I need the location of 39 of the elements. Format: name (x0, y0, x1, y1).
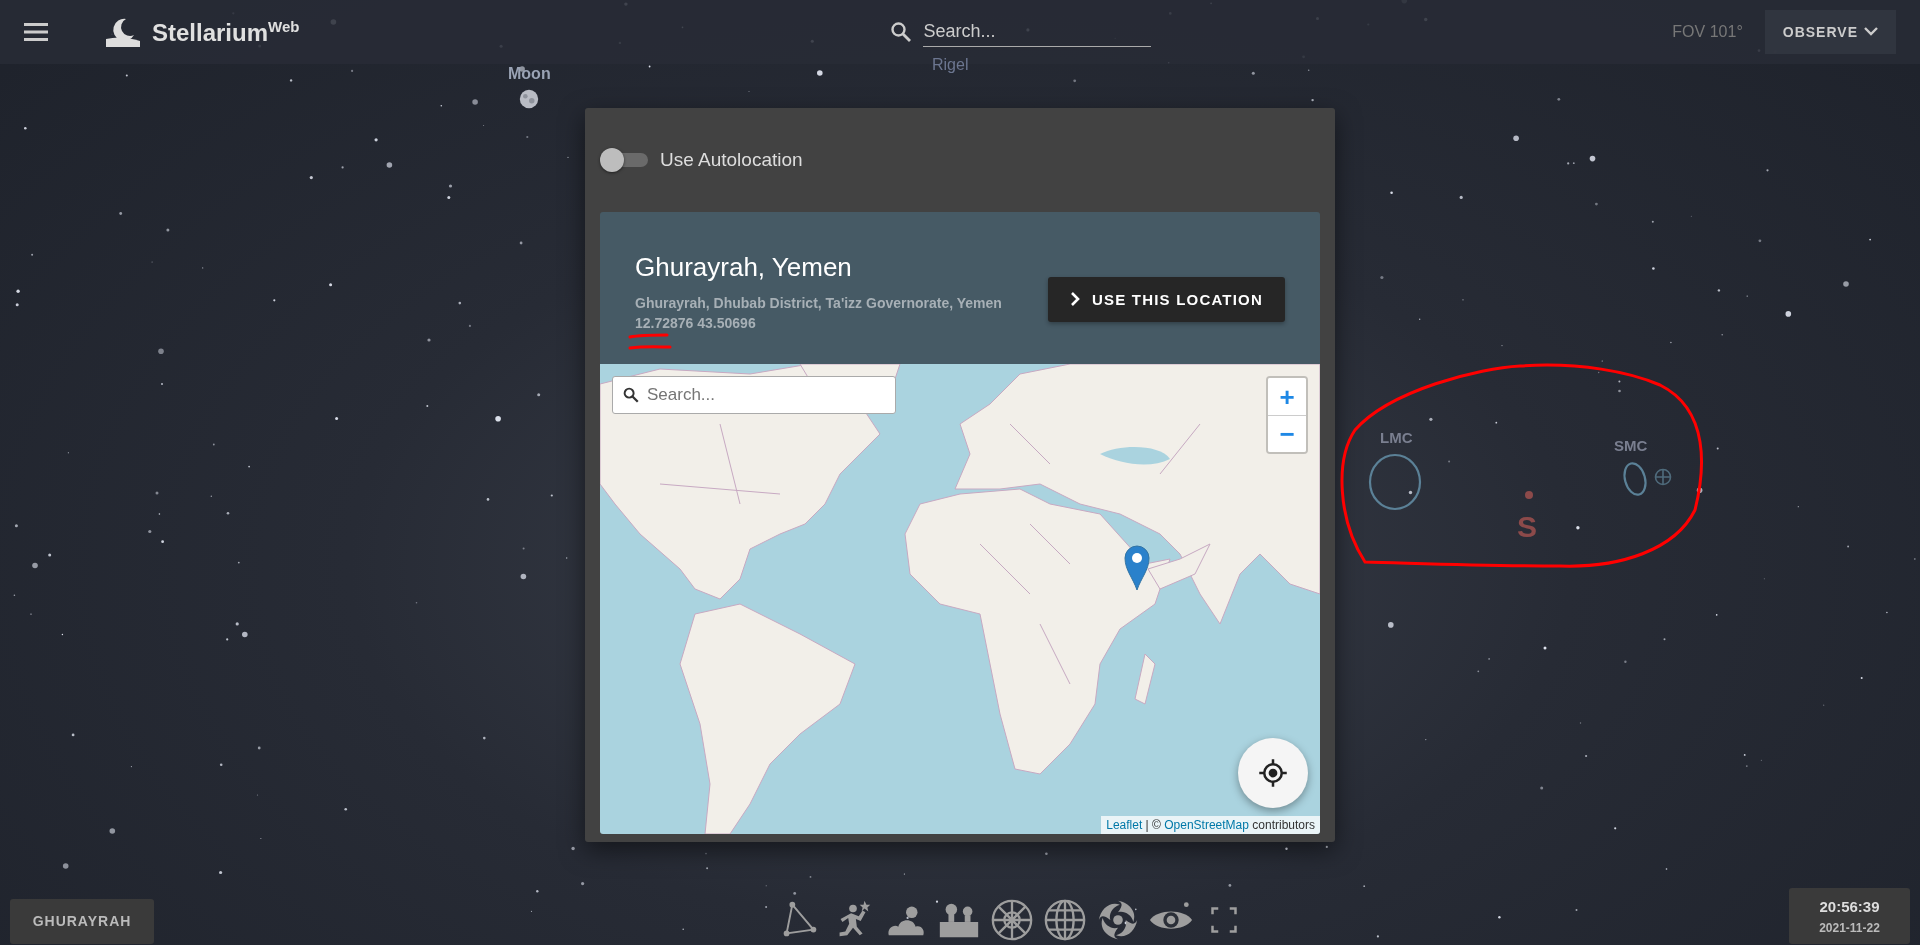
fov-readout: FOV 101° (1672, 23, 1743, 41)
galaxy-outline-icon (1368, 453, 1422, 511)
crosshair-icon (1654, 468, 1672, 486)
sky-object-label: Moon (508, 65, 551, 83)
use-location-button[interactable]: USE THIS LOCATION (1048, 276, 1285, 322)
date-time-panel[interactable]: 20:56:39 2021-11-22 (1789, 888, 1910, 944)
location-button[interactable]: GHURAYRAH (10, 898, 154, 944)
locate-button[interactable] (1238, 738, 1308, 808)
location-coordinates: 12.72876 43.50696 (635, 314, 757, 331)
map-attribution: Leaflet | © OpenStreetMap contributors (1101, 816, 1320, 834)
date-text: 2021-11-22 (1819, 920, 1880, 935)
time-text: 20:56:39 (1819, 897, 1880, 915)
map-pin-icon (1123, 544, 1151, 592)
location-address: Ghurayrah, Dhubab District, Ta'izz Governorate, Yemen (635, 294, 1002, 311)
sky-object-label: Rigel (932, 56, 969, 74)
chevron-down-icon (1864, 27, 1878, 37)
observe-button[interactable]: OBSERVE (1764, 10, 1896, 54)
dot-icon (1524, 490, 1534, 500)
sky-object-label: SMC (1614, 437, 1648, 454)
zoom-in-button[interactable]: + (1268, 378, 1306, 415)
hand-drawn-underline (628, 333, 672, 350)
logo-icon (104, 17, 142, 47)
crosshair-icon (1258, 758, 1288, 788)
menu-button[interactable] (24, 23, 48, 41)
compass-label: S (1517, 510, 1537, 544)
zoom-out-button[interactable]: − (1268, 415, 1306, 452)
attribution-link[interactable]: OpenStreetMap (1164, 818, 1249, 832)
autolocation-label: Use Autolocation (660, 149, 803, 171)
moon-icon (518, 88, 540, 110)
search-icon (622, 386, 640, 404)
galaxy-outline-icon (1622, 461, 1648, 497)
autolocation-toggle[interactable] (600, 147, 650, 173)
map-search-field[interactable]: Search... (612, 376, 896, 414)
app-name: Stellarium$^{Web}$ (152, 18, 300, 47)
search-field[interactable]: Search... (923, 17, 1152, 47)
attribution-link[interactable]: Leaflet (1106, 818, 1143, 832)
chevron-right-icon (1070, 291, 1081, 307)
sky-object-label: LMC (1380, 429, 1413, 446)
location-name: Ghurayrah, Yemen (635, 251, 853, 283)
